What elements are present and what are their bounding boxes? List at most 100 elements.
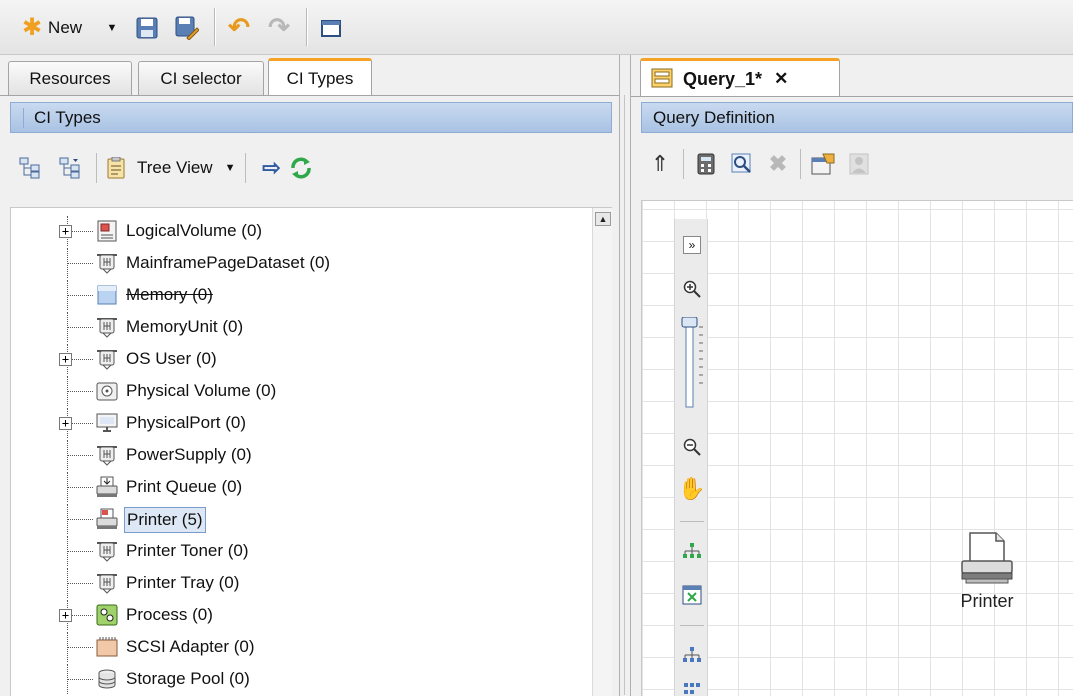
tree-view-dropdown[interactable]: Tree View ▼ <box>137 148 235 188</box>
printer-node[interactable]: Printer <box>942 521 1032 621</box>
tree-item[interactable]: Printer Toner (0) <box>11 536 571 566</box>
tree-item[interactable]: PowerSupply (0) <box>11 440 571 470</box>
tree-item[interactable]: + Process (0) <box>11 600 571 630</box>
tree-item[interactable]: Storage Pool (0) <box>11 664 571 694</box>
component-icon <box>95 316 119 338</box>
physical-volume-icon <box>95 380 119 402</box>
new-dropdown-button[interactable]: ▼ <box>100 0 124 55</box>
redo-button[interactable]: ↷ <box>262 0 296 55</box>
tree-layout-button[interactable] <box>675 635 709 675</box>
calculator-button[interactable] <box>688 144 724 184</box>
right-panel: Query_1* ✕ Query Definition ⇑ ✖ » ✋ Prin… <box>631 55 1073 696</box>
printer-node-label: Printer <box>960 591 1014 611</box>
memory-icon <box>95 284 119 306</box>
select-button[interactable]: ⇑ <box>641 144 679 184</box>
printer-icon <box>961 532 1013 584</box>
process-icon <box>95 604 119 626</box>
tree-item[interactable]: SCSI Adapter (0) <box>11 632 571 662</box>
left-panel: Resources CI selector CI Types CI Types <box>0 55 619 696</box>
ci-types-tree[interactable]: + LogicalVolume (0) MainframePageDataset (… <box>10 207 612 696</box>
tree-item-label: Printer Toner (0) <box>126 541 249 560</box>
tab-ci-types[interactable]: CI Types <box>268 58 372 96</box>
refresh-icon <box>291 157 312 179</box>
tree-item-label: LogicalVolume (0) <box>126 221 263 240</box>
component-icon <box>95 572 119 594</box>
tree-item-label: Memory (0) <box>126 285 213 304</box>
scroll-up-button[interactable]: ▲ <box>595 212 611 226</box>
hand-icon: ✋ <box>678 476 706 501</box>
tree-item[interactable]: Printer Tray (0) <box>11 568 571 598</box>
tree-item[interactable]: + OS User (0) <box>11 344 571 374</box>
tree-item-label: Process (0) <box>126 605 213 624</box>
tab-resources[interactable]: Resources <box>8 61 132 95</box>
calculator-icon <box>697 153 715 175</box>
pan-button[interactable]: ✋ <box>675 469 709 509</box>
tab-query[interactable]: Query_1* ✕ <box>640 58 840 97</box>
component-icon <box>95 444 119 466</box>
main-toolbar: ✱ New ▼ ↶ ↷ <box>0 0 1073 55</box>
tree-item[interactable]: Printer (5) <box>11 504 571 534</box>
search-button[interactable] <box>724 144 760 184</box>
query-icon <box>651 68 673 88</box>
dropdown-arrow-icon: ▼ <box>224 162 236 174</box>
expand-node-button[interactable]: + <box>59 609 72 622</box>
select-arrow-icon: ⇑ <box>650 151 670 176</box>
save-button[interactable] <box>130 0 164 55</box>
expand-node-button[interactable]: + <box>59 225 72 238</box>
tree-item-label: PhysicalPort (0) <box>126 413 246 432</box>
close-tab-icon[interactable]: ✕ <box>774 69 788 89</box>
window-button[interactable] <box>314 0 348 55</box>
tree-item-label: Physical Volume (0) <box>126 381 277 400</box>
expand-all-button[interactable] <box>10 148 50 188</box>
node-properties-button[interactable] <box>805 144 841 184</box>
collapse-all-button[interactable] <box>50 148 90 188</box>
refresh-button[interactable] <box>286 148 316 188</box>
tree-item[interactable]: + PhysicalPort (0) <box>11 408 571 438</box>
tab-query-label: Query_1* <box>683 68 763 89</box>
dropdown-arrow-icon: ▼ <box>106 21 118 34</box>
redo-icon: ↷ <box>268 12 290 42</box>
save-as-button[interactable] <box>170 0 204 55</box>
panel-splitter[interactable] <box>619 55 631 696</box>
fit-to-window-button[interactable] <box>675 575 709 615</box>
tree-view-label: Tree View <box>137 158 213 177</box>
tree-item[interactable]: MainframePageDataset (0) <box>11 248 571 278</box>
tab-ci-selector[interactable]: CI selector <box>138 61 264 95</box>
query-canvas[interactable]: » ✋ Printer <box>641 200 1073 696</box>
expand-palette-button[interactable]: » <box>675 225 709 265</box>
window-icon <box>321 19 341 37</box>
delete-button[interactable]: ✖ <box>760 144 796 184</box>
query-definition-header-title: Query Definition <box>653 107 775 127</box>
zoom-slider[interactable] <box>675 315 709 415</box>
tree-item[interactable]: Memory (0) <box>11 280 571 310</box>
query-definition-header: Query Definition <box>641 102 1073 133</box>
tree-item[interactable]: Physical Volume (0) <box>11 376 571 406</box>
save-icon <box>136 17 158 38</box>
component-icon <box>95 252 119 274</box>
storage-pool-icon <box>95 668 119 690</box>
zoom-in-button[interactable] <box>675 269 709 309</box>
user-button[interactable] <box>841 144 877 184</box>
grid-layout-icon <box>684 683 700 694</box>
zoom-out-button[interactable] <box>675 427 709 467</box>
expand-node-button[interactable]: + <box>59 353 72 366</box>
undo-button[interactable]: ↶ <box>222 0 256 55</box>
hierarchy-layout-button[interactable] <box>675 531 709 571</box>
tree-layout-icon <box>683 647 701 662</box>
component-icon <box>95 348 119 370</box>
tree-item[interactable]: + LogicalVolume (0) <box>11 216 571 246</box>
go-to-button[interactable]: ⇨ <box>256 148 286 188</box>
properties-button[interactable] <box>103 148 129 188</box>
tab-ci-selector-label: CI selector <box>160 68 242 88</box>
undo-icon: ↶ <box>228 12 250 42</box>
tree-item[interactable]: MemoryUnit (0) <box>11 312 571 342</box>
grid-layout-button[interactable] <box>675 677 709 696</box>
canvas-tools: » ✋ <box>674 219 708 696</box>
tab-resources-label: Resources <box>29 68 111 88</box>
new-button[interactable]: ✱ New <box>4 0 100 55</box>
tree-scrollbar[interactable]: ▲ <box>592 208 612 696</box>
expand-node-button[interactable]: + <box>59 417 72 430</box>
properties-icon <box>107 157 125 179</box>
save-as-icon <box>175 16 199 40</box>
tree-item[interactable]: Print Queue (0) <box>11 472 571 502</box>
